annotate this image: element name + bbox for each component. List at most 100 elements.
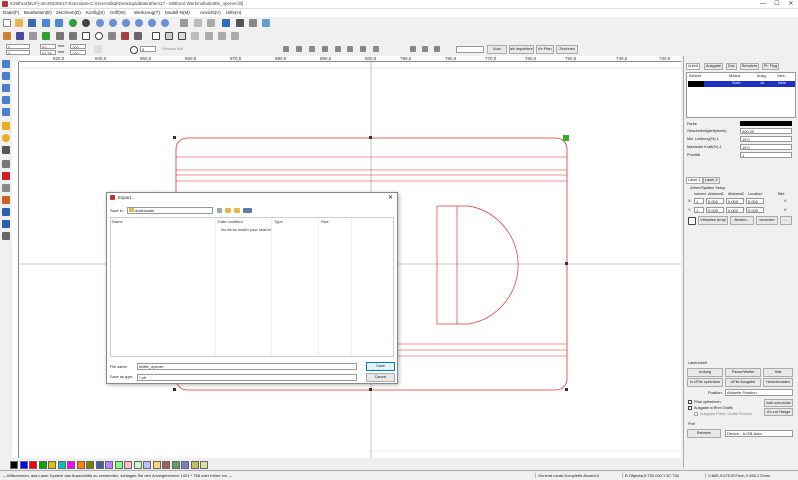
knife-icon[interactable] (205, 32, 213, 40)
menu-werkzeug[interactable]: Werkzeug(T) (134, 10, 160, 15)
zoom-window-icon[interactable] (161, 19, 169, 27)
tab-ausgabe[interactable]: Ausgabe (704, 63, 723, 70)
monitor-icon[interactable] (222, 19, 230, 27)
save-in-select[interactable]: downloads (127, 207, 213, 214)
color-swatch[interactable] (181, 461, 189, 469)
laser-tool-icon[interactable] (2, 208, 10, 216)
ellipse-tool-icon[interactable] (2, 134, 10, 142)
virtual-array-button[interactable]: Virtuelles Array (698, 216, 728, 225)
close-button[interactable]: ✕ (784, 0, 798, 9)
rotation-field[interactable]: 0 (140, 46, 156, 52)
tab-laser2[interactable]: Laser 2 (703, 177, 720, 184)
rotate-icon[interactable] (130, 46, 138, 54)
height-percent-field[interactable]: 100 (70, 50, 86, 55)
zoom-out-icon[interactable] (109, 19, 117, 27)
weld-icon[interactable] (134, 32, 142, 40)
file-list[interactable]: Name Date modified Type Size No items ma… (110, 217, 394, 357)
start-button[interactable]: Anfang (687, 368, 723, 377)
menu-ansicht[interactable]: Ansicht(V) (200, 10, 221, 15)
array-y-abstand1[interactable]: 0.000 (706, 207, 724, 213)
cancel-button[interactable]: Cancel (366, 373, 395, 382)
color-swatch[interactable] (48, 461, 56, 469)
new-folder-icon[interactable] (234, 208, 240, 213)
tab-laser1[interactable]: Laser 1 (686, 177, 703, 184)
y-position-field[interactable]: 0 (6, 50, 30, 55)
stop-icon[interactable] (82, 19, 90, 27)
color-swatch[interactable] (143, 461, 151, 469)
menu-modell[interactable]: Modell-N(M) (165, 10, 190, 15)
position-select[interactable]: Aktuelle Position (725, 389, 793, 396)
text-tool-icon[interactable] (2, 146, 10, 154)
select-tool-icon[interactable] (2, 60, 10, 68)
menu-bearbeiten[interactable]: Bearbeiten(E) (24, 10, 52, 15)
min-power-field[interactable]: 15.0 (740, 136, 792, 142)
text-icon[interactable] (16, 32, 24, 40)
view-menu-icon[interactable] (243, 208, 252, 213)
distribute-h-icon[interactable] (360, 46, 366, 52)
dialog-close-icon[interactable]: ✕ (388, 194, 393, 201)
align-top-icon[interactable] (322, 46, 328, 52)
color-swatch[interactable] (10, 461, 18, 469)
pfad-optimieren-checkbox[interactable] (688, 400, 692, 404)
zoom-select-icon[interactable] (148, 19, 156, 27)
distribute-v-icon[interactable] (373, 46, 379, 52)
color-swatch[interactable] (76, 461, 85, 469)
file-name-field[interactable]: bottle_opener (137, 363, 357, 370)
node-edit-icon[interactable] (194, 19, 202, 27)
array-y-abstand2[interactable]: 0.000 (726, 207, 744, 213)
calibrate-button[interactable]: kalb schneidst (764, 399, 793, 407)
color-swatch[interactable] (152, 461, 161, 469)
menu-hilfe[interactable]: Hilfe(H) (226, 10, 241, 15)
tab-arbeit[interactable]: Arbeit (686, 63, 700, 70)
zoom-fit-icon[interactable] (122, 19, 130, 27)
node-icon[interactable] (191, 32, 199, 40)
auto-button[interactable]: Auto (487, 45, 507, 54)
grid-tool-icon[interactable] (2, 232, 10, 240)
menu-konfig[interactable]: Konfig(S) (86, 10, 105, 15)
mirror-icon[interactable] (29, 32, 37, 40)
same-size-icon[interactable] (434, 46, 440, 52)
color-swatch[interactable] (19, 461, 28, 469)
priority-field[interactable]: 1 (740, 152, 792, 158)
color-swatch[interactable] (124, 461, 132, 469)
color-swatch[interactable] (133, 461, 142, 469)
ufile-output-button[interactable]: UFile Ausgabe (725, 378, 761, 387)
halt-button[interactable]: Halt (763, 368, 793, 377)
menu-griff[interactable]: Griff(W) (110, 10, 126, 15)
array-y-sum[interactable]: 1 (694, 207, 704, 213)
color-swatch[interactable] (57, 461, 66, 469)
max-power-field[interactable]: 15.0 (740, 144, 792, 150)
camera-icon[interactable] (236, 19, 244, 27)
draw-button[interactable]: Zeichnen (556, 45, 578, 54)
line-tool-icon[interactable] (2, 84, 10, 92)
same-width-icon[interactable] (410, 46, 416, 52)
minimize-button[interactable]: — (756, 0, 770, 9)
download-button[interactable]: Herunterladen (763, 378, 793, 387)
color-swatch[interactable] (114, 461, 123, 469)
point-tool-icon[interactable] (2, 160, 10, 168)
menu-datei[interactable]: Datei(F) (3, 10, 19, 15)
pause-button[interactable]: Pause/Weiter (725, 368, 761, 377)
layers-icon[interactable] (262, 19, 270, 27)
offset-icon[interactable] (218, 32, 226, 40)
pan-icon[interactable] (180, 19, 188, 27)
color-swatch[interactable] (95, 461, 104, 469)
rectangle-tool-icon[interactable] (2, 122, 10, 130)
polyline-tool-icon[interactable] (2, 96, 10, 104)
save-type-select[interactable]: *.plt (137, 374, 357, 381)
array-y-location[interactable]: 0.000 (746, 207, 764, 213)
array-x-sum[interactable]: 1 (694, 198, 704, 204)
save-button[interactable]: Save (366, 362, 395, 371)
align-left-icon[interactable] (283, 46, 289, 52)
curve-tool-icon[interactable] (2, 108, 10, 116)
cut-icon[interactable] (207, 19, 215, 27)
array-x-abstand1[interactable]: 0.000 (706, 198, 724, 204)
color-swatch[interactable] (190, 461, 199, 469)
open-folder-icon[interactable] (15, 19, 23, 27)
tab-prflug[interactable]: Pr. Flug (762, 63, 780, 70)
up-folder-icon[interactable] (225, 208, 231, 213)
col-date-modified[interactable]: Date modified (218, 219, 243, 224)
curve-icon[interactable] (56, 32, 64, 40)
device-select[interactable]: Device - 6-GB-Auto (725, 430, 793, 437)
grid-icon[interactable] (165, 32, 173, 40)
